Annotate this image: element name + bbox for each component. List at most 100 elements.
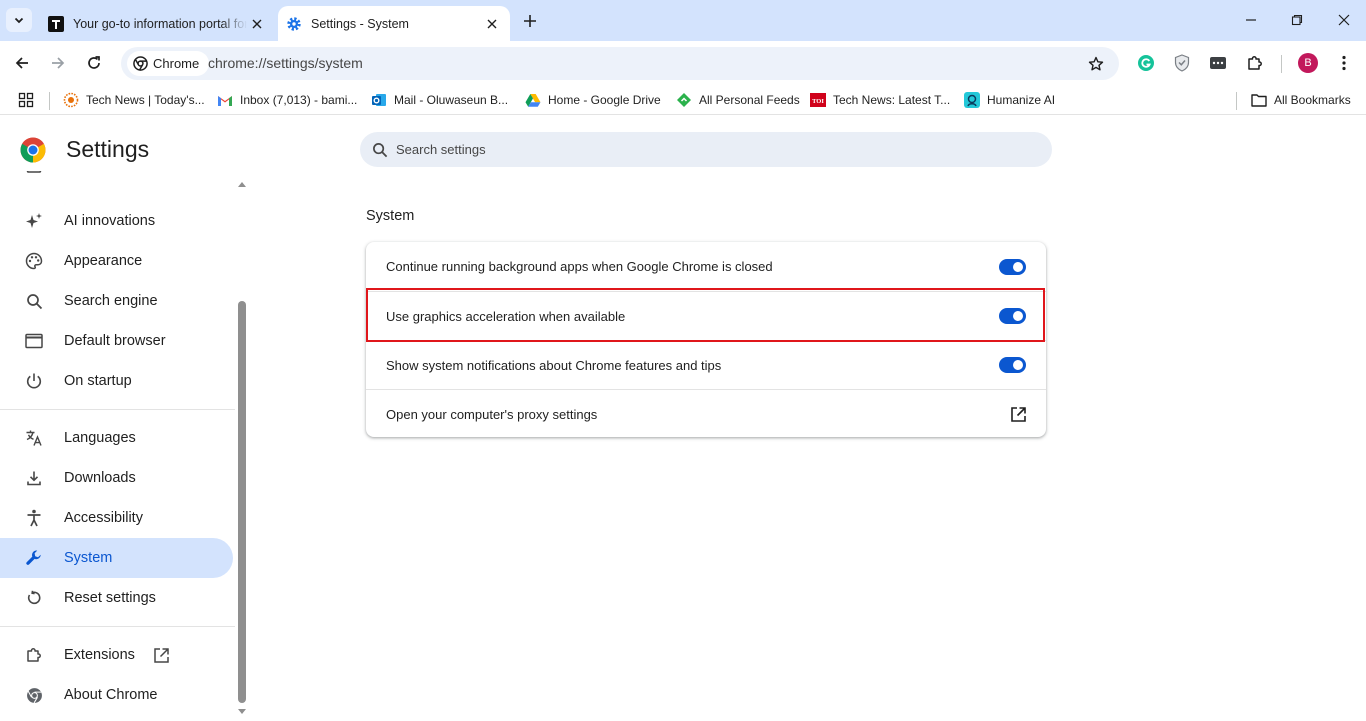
- sidebar-item-performance[interactable]: Performance: [0, 171, 233, 197]
- bookmark-feedly[interactable]: All Personal Feeds: [676, 90, 800, 110]
- password-dots-icon: [1210, 57, 1226, 69]
- power-icon: [24, 371, 44, 391]
- system-notifications-toggle[interactable]: [999, 357, 1026, 373]
- sidebar-item-ai-innovations[interactable]: AI innovations: [0, 201, 233, 241]
- chrome-icon: [133, 56, 148, 71]
- extensions-button[interactable]: [1243, 51, 1267, 75]
- sidebar-divider: [0, 626, 235, 627]
- tab-info-portal[interactable]: Your go-to information portal for: [40, 6, 275, 41]
- setting-row-system-notifications[interactable]: Show system notifications about Chrome f…: [366, 340, 1046, 389]
- gear-icon: [286, 16, 302, 32]
- open-in-new-icon[interactable]: [1008, 404, 1028, 424]
- chrome-logo-icon: [20, 137, 46, 163]
- search-icon: [24, 291, 44, 311]
- apps-button[interactable]: [18, 90, 34, 110]
- address-bar[interactable]: Chrome chrome://settings/system: [121, 47, 1119, 80]
- translate-icon: [24, 428, 44, 448]
- close-tab-button[interactable]: [482, 14, 502, 34]
- bookmark-outlook[interactable]: Mail - Oluwaseun B...: [371, 90, 508, 110]
- shield-extension-button[interactable]: [1170, 51, 1194, 75]
- setting-row-background-apps[interactable]: Continue running background apps when Go…: [366, 242, 1046, 291]
- sidebar-divider: [0, 409, 235, 410]
- setting-row-graphics-acceleration[interactable]: Use graphics acceleration when available: [366, 291, 1046, 340]
- setting-row-proxy-settings[interactable]: Open your computer's proxy settings: [366, 389, 1046, 438]
- sidebar-item-reset-settings[interactable]: Reset settings: [0, 578, 233, 618]
- close-icon: [487, 19, 497, 28]
- bookmark-gmail[interactable]: Inbox (7,013) - bami...: [217, 90, 357, 110]
- close-icon: [252, 19, 262, 28]
- graphics-acceleration-toggle[interactable]: [999, 308, 1026, 324]
- password-extension-button[interactable]: [1206, 51, 1230, 75]
- browser-window-icon: [24, 331, 44, 351]
- close-window-button[interactable]: [1332, 8, 1356, 32]
- arrow-right-icon: [52, 57, 65, 69]
- bookmarks-separator: [49, 92, 50, 110]
- back-button[interactable]: [9, 50, 35, 76]
- bookmarks-separator: [1236, 92, 1237, 110]
- tab-search-button[interactable]: [6, 8, 32, 32]
- bookmark-google-drive[interactable]: Home - Google Drive: [525, 90, 661, 110]
- tab-strip: Your go-to information portal for Settin…: [0, 0, 1366, 41]
- plus-icon: [524, 15, 536, 27]
- bookmarks-bar: Tech News | Today's... Inbox (7,013) - b…: [0, 85, 1366, 115]
- outlook-icon: [371, 92, 387, 108]
- shield-icon: [1174, 54, 1190, 72]
- setting-label: Show system notifications about Chrome f…: [386, 357, 722, 373]
- feedly-icon: [676, 92, 692, 108]
- restore-button[interactable]: [1285, 8, 1309, 32]
- site-info-chip[interactable]: Chrome: [127, 51, 210, 76]
- reload-button[interactable]: [81, 50, 107, 76]
- sidebar-item-default-browser[interactable]: Default browser: [0, 321, 233, 361]
- restore-icon: [1291, 14, 1303, 26]
- open-in-new-icon: [153, 647, 170, 664]
- star-icon: [1088, 56, 1104, 71]
- search-input[interactable]: [396, 142, 996, 157]
- sidebar-item-system[interactable]: System: [0, 538, 233, 578]
- sidebar-item-appearance[interactable]: Appearance: [0, 241, 233, 281]
- section-title: System: [366, 208, 415, 224]
- sidebar-item-about-chrome[interactable]: About Chrome: [0, 675, 233, 715]
- apps-grid-icon: [18, 92, 34, 108]
- wrench-icon: [24, 548, 44, 568]
- setting-label: Continue running background apps when Go…: [386, 259, 773, 274]
- sun-logo-icon: [63, 92, 79, 108]
- sidebar-item-on-startup[interactable]: On startup: [0, 361, 233, 401]
- accessibility-icon: [24, 508, 44, 528]
- menu-button[interactable]: [1332, 51, 1356, 75]
- tab-settings-system[interactable]: Settings - System: [278, 6, 510, 41]
- new-tab-button[interactable]: [518, 9, 542, 33]
- profile-button[interactable]: B: [1296, 51, 1320, 75]
- chrome-icon: [24, 685, 44, 705]
- tab-title: Your go-to information portal for: [73, 16, 247, 31]
- toi-icon: TOI: [810, 92, 826, 108]
- sidebar-item-downloads[interactable]: Downloads: [0, 458, 233, 498]
- bookmark-humanize-ai[interactable]: Humanize AI: [964, 90, 1055, 110]
- bookmark-star-button[interactable]: [1085, 53, 1107, 75]
- bookmark-tech-news[interactable]: Tech News | Today's...: [63, 90, 205, 110]
- t-logo-icon: [48, 15, 64, 32]
- scroll-down-arrow-icon[interactable]: [237, 708, 247, 716]
- folder-icon: [1251, 92, 1267, 108]
- google-drive-icon: [525, 92, 541, 108]
- humanize-icon: [964, 92, 980, 108]
- bookmark-toi-tech-news[interactable]: TOI Tech News: Latest T...: [810, 90, 950, 110]
- search-settings-bar[interactable]: [360, 132, 1052, 167]
- sidebar-scrollbar-thumb[interactable]: [238, 301, 246, 703]
- sidebar-item-extensions[interactable]: Extensions: [0, 635, 233, 675]
- page-title: Settings: [66, 136, 150, 162]
- more-vert-icon: [1342, 55, 1346, 71]
- grammarly-extension-button[interactable]: [1134, 51, 1158, 75]
- background-apps-toggle[interactable]: [999, 258, 1026, 275]
- minimize-button[interactable]: [1239, 8, 1263, 32]
- scroll-up-arrow-icon[interactable]: [237, 180, 247, 188]
- palette-icon: [24, 251, 44, 271]
- reload-icon: [88, 56, 100, 69]
- puzzle-icon: [1248, 56, 1262, 70]
- all-bookmarks-button[interactable]: All Bookmarks: [1251, 90, 1351, 110]
- forward-button[interactable]: [45, 50, 71, 76]
- sidebar-item-languages[interactable]: Languages: [0, 418, 233, 458]
- sidebar-item-accessibility[interactable]: Accessibility: [0, 498, 233, 538]
- svg-text:TOI: TOI: [812, 98, 824, 105]
- sidebar-item-search-engine[interactable]: Search engine: [0, 281, 233, 321]
- close-tab-button[interactable]: [247, 14, 267, 34]
